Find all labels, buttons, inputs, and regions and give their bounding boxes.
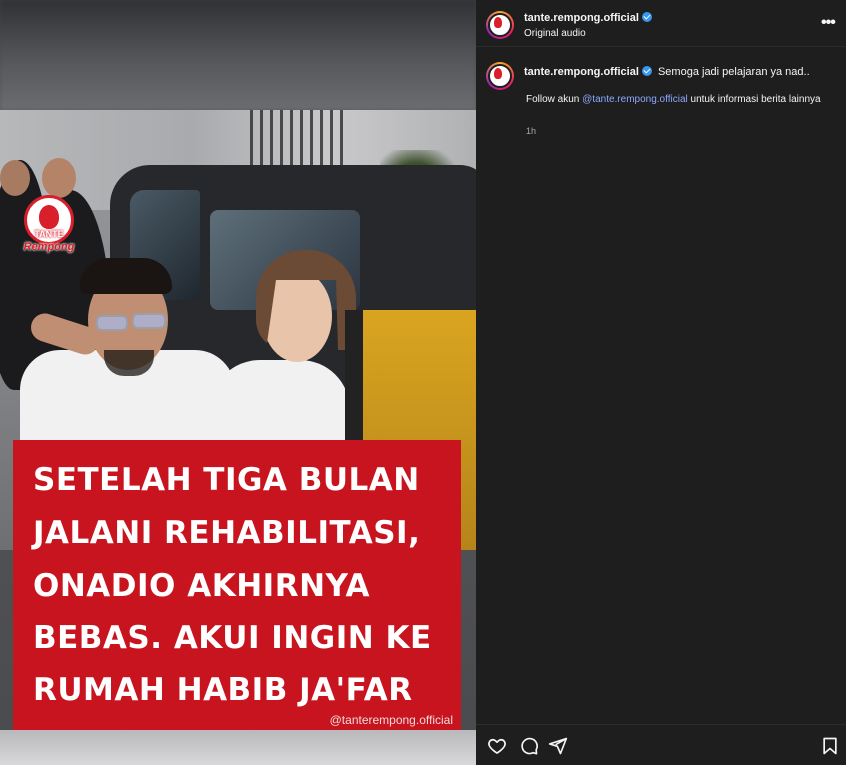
person-bg-left-head xyxy=(0,160,30,196)
caption-line-4: BEBAS. AKUI INGIN KE xyxy=(33,620,432,656)
logo-mascot xyxy=(39,205,59,229)
caption-line-3: ONADIO AKHIRNYA xyxy=(33,568,370,604)
man-hair xyxy=(80,258,172,294)
mention-link[interactable]: @tante.rempong.official xyxy=(582,94,688,105)
caption-line-5: RUMAH HABIB JA'FAR xyxy=(33,672,413,708)
avatar-logo-icon xyxy=(494,68,502,79)
comment-body: Follow akun @tante.rempong.official untu… xyxy=(526,93,826,106)
header-divider xyxy=(476,46,846,47)
follow-suffix: untuk informasi berita lainnya xyxy=(687,94,821,105)
avatar-logo-icon xyxy=(494,17,502,28)
channel-logo: TANTE Rempong xyxy=(20,195,78,265)
audio-label[interactable]: Original audio xyxy=(524,28,586,39)
watermark: @tanterempong.official xyxy=(329,713,453,727)
person-bg-mid-head xyxy=(42,158,76,198)
comment-avatar[interactable] xyxy=(486,62,514,90)
reel-video[interactable]: TANTE Rempong SETELAH TIGA BULAN JALANI … xyxy=(0,0,476,765)
caption-line-2: JALANI REHABILITASI, xyxy=(33,515,421,551)
comment-username[interactable]: tante.rempong.official Semoga jadi pelaj… xyxy=(524,66,810,78)
verified-badge-icon xyxy=(641,66,652,76)
post-sidebar: tante.rempong.official Original audio ••… xyxy=(476,0,846,765)
caption-line-1: SETELAH TIGA BULAN xyxy=(33,462,420,498)
logo-title: TANTE xyxy=(34,229,64,239)
video-blur-bottom xyxy=(0,730,476,765)
bookmark-icon[interactable] xyxy=(820,736,840,756)
more-options-icon[interactable]: ••• xyxy=(821,14,836,32)
comment-username-text[interactable]: tante.rempong.official xyxy=(524,66,639,78)
man-glasses-left xyxy=(96,315,128,331)
author-username-text[interactable]: tante.rempong.official xyxy=(524,12,639,24)
logo-subtitle: Rempong xyxy=(23,241,75,253)
video-blur-top xyxy=(0,0,476,110)
share-icon[interactable] xyxy=(548,736,568,756)
author-avatar[interactable] xyxy=(486,11,514,39)
verified-badge-icon xyxy=(641,12,652,22)
follow-prefix: Follow akun xyxy=(526,94,583,105)
author-username[interactable]: tante.rempong.official xyxy=(524,12,652,24)
footer-divider xyxy=(476,724,846,725)
heart-icon[interactable] xyxy=(487,736,507,756)
headline-caption: SETELAH TIGA BULAN JALANI REHABILITASI, … xyxy=(13,440,461,731)
comment-timestamp[interactable]: 1h xyxy=(526,126,536,136)
man-glasses-right xyxy=(132,313,166,329)
comment-icon[interactable] xyxy=(519,736,539,756)
background-gate xyxy=(250,110,350,170)
comment-preview: Semoga jadi pelajaran ya nad.. xyxy=(657,66,810,78)
